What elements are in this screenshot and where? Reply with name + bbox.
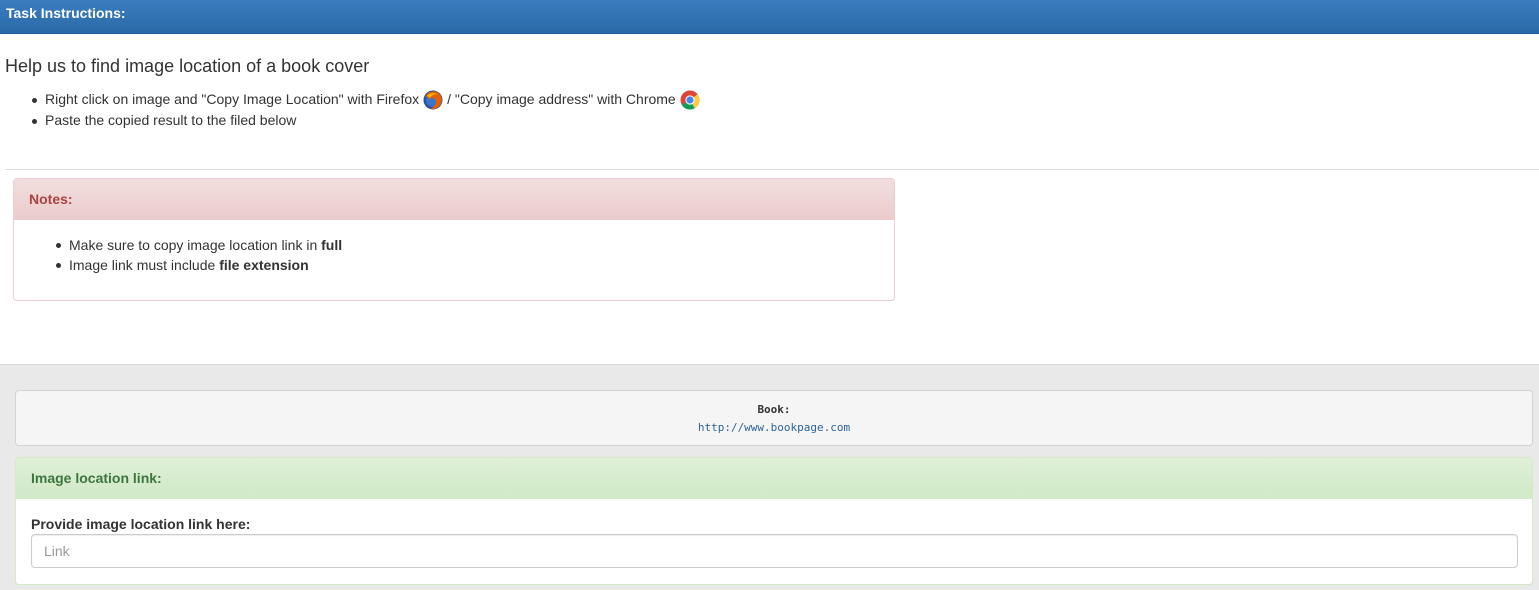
- list-item: Make sure to copy image location link in…: [55, 235, 343, 255]
- chrome-icon: [680, 90, 700, 110]
- header-title: Task Instructions:: [6, 5, 126, 21]
- divider: [5, 169, 1539, 170]
- image-link-input[interactable]: [31, 534, 1518, 568]
- task-instructions-header: Task Instructions:: [0, 0, 1539, 34]
- image-link-panel-title: Image location link:: [16, 458, 1532, 499]
- book-link[interactable]: http://www.bookpage.com: [16, 421, 1532, 434]
- image-link-field-label: Provide image location link here:: [31, 516, 251, 532]
- note2-bold: file extension: [219, 257, 309, 273]
- notes-list: Make sure to copy image location link in…: [55, 235, 343, 275]
- list-item: Right click on image and "Copy Image Loc…: [32, 89, 704, 110]
- firefox-icon: [423, 90, 443, 110]
- notes-title: Notes:: [14, 179, 894, 220]
- step1-text-chrome: / "Copy image address" with Chrome: [447, 91, 676, 107]
- instructions-section: Help us to find image location of a book…: [0, 34, 1539, 170]
- list-item: Image link must include file extension: [55, 255, 342, 275]
- step2-text: Paste the copied result to the filed bel…: [45, 112, 297, 128]
- note2-text: Image link must include: [69, 257, 220, 273]
- book-info-box: Book: http://www.bookpage.com: [15, 390, 1533, 446]
- work-area: Book: http://www.bookpage.com Image loca…: [0, 364, 1539, 590]
- notes-panel: Notes: Make sure to copy image location …: [13, 178, 895, 301]
- note1-bold: full: [321, 237, 343, 253]
- book-label: Book:: [757, 403, 791, 416]
- instructions-heading: Help us to find image location of a book…: [5, 56, 370, 76]
- image-link-panel: Image location link: Provide image locat…: [15, 457, 1533, 585]
- note1-text: Make sure to copy image location link in: [69, 237, 322, 253]
- instructions-list: Right click on image and "Copy Image Loc…: [32, 89, 704, 131]
- list-item: Paste the copied result to the filed bel…: [32, 110, 704, 131]
- step1-text-firefox: Right click on image and "Copy Image Loc…: [45, 91, 420, 107]
